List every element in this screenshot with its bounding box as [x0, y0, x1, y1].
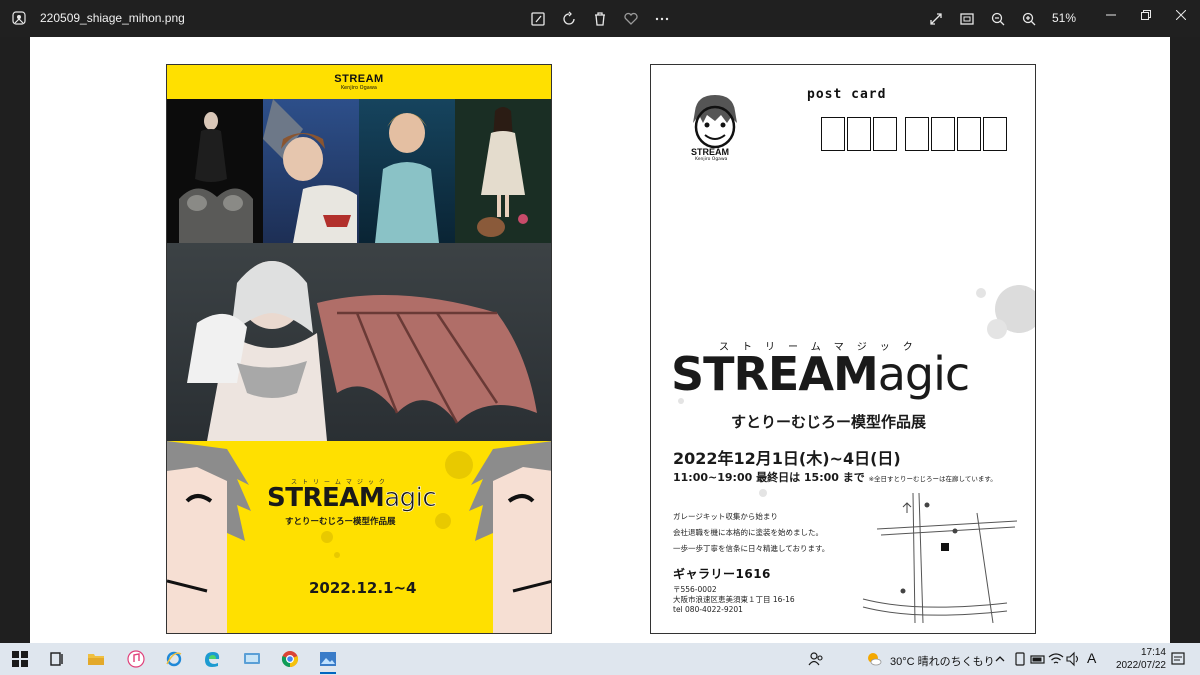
volume-icon[interactable] [1062, 647, 1086, 671]
image-canvas: STREAM Kenjiro Ogawa ストリームマジック STREAMagi… [30, 37, 1170, 643]
postal-code-box [905, 117, 929, 151]
itunes-icon[interactable] [124, 647, 148, 671]
post-card-label: post card [807, 87, 887, 102]
figure-photo-row [167, 99, 551, 243]
description-line: 会社退職を機に本格的に塗装を始めました。 [673, 528, 823, 537]
event-time: 11:00~19:00 最終日は 15:00 まで ※全日すとりーむじろーは在廊… [673, 469, 997, 485]
flyer-title-panel: ストリームマジック STREAMagic すとりーむじろー模型作品展 2022.… [167, 441, 551, 633]
address-line: 大阪市浪速区恵美須東１丁目 16-16 [673, 595, 795, 604]
weather-icon[interactable] [862, 647, 886, 671]
weather-text[interactable]: 30°C 晴れのちくもり [890, 653, 995, 669]
taskbar: 30°C 晴れのちくもり A 17:14 2022/07/22 [0, 643, 1200, 675]
figure-photo-4 [455, 99, 551, 243]
remote-desktop-icon[interactable] [240, 647, 264, 671]
fit-icon[interactable] [957, 9, 977, 29]
artist-description: ガレージキット収集から始まり 会社退職を機に本格的に塗装を始めました。 一歩一歩… [673, 509, 829, 557]
event-note: ※全日すとりーむじろーは在廊しています。 [868, 475, 997, 483]
postal-code-box [983, 117, 1007, 151]
flyer-header: STREAM Kenjiro Ogawa [167, 65, 551, 99]
flyer-front: STREAM Kenjiro Ogawa ストリームマジック STREAMagi… [166, 64, 552, 634]
address-line: 〒556-0002 [673, 585, 717, 594]
postal-code-box [931, 117, 955, 151]
event-date: 2022年12月1日(木)~4日(日) [673, 449, 901, 468]
notifications-icon[interactable] [1166, 647, 1190, 671]
postal-code-boxes [821, 117, 1007, 151]
flyer-title-main: STREAM [267, 483, 385, 513]
gallery-address: 〒556-0002 大阪市浪速区恵美須東１丁目 16-16 tel 080-40… [673, 585, 795, 615]
photos-app-icon[interactable] [316, 647, 340, 674]
more-icon[interactable] [652, 9, 672, 29]
postal-code-separator [899, 117, 903, 151]
postcard-subtitle: すとりーむじろー模型作品展 [731, 413, 927, 431]
description-line: 一歩一歩丁寧を信条に日々精進しております。 [673, 544, 830, 553]
access-map [862, 493, 1017, 623]
close-button[interactable] [1158, 0, 1200, 30]
internet-explorer-icon[interactable] [162, 647, 186, 671]
right-character-face [469, 441, 551, 633]
delete-icon[interactable] [590, 9, 610, 29]
task-view-icon[interactable] [45, 647, 69, 671]
ime-indicator[interactable]: A [1087, 650, 1096, 666]
postcard-title-tail: agic [877, 347, 970, 401]
favorite-icon[interactable] [621, 9, 641, 29]
left-character-face [167, 441, 251, 633]
flyer-brand: STREAM [334, 73, 384, 85]
gallery-name: ギャラリー1616 [673, 567, 771, 581]
postal-code-box [957, 117, 981, 151]
clock-time: 17:14 [1140, 647, 1166, 658]
event-hours: 11:00~19:00 最終日は 15:00 まで [673, 471, 865, 484]
rotate-icon[interactable] [559, 9, 579, 29]
flyer-artist: Kenjiro Ogawa [341, 85, 377, 91]
zoom-in-icon[interactable] [1019, 9, 1039, 29]
flyer-title: STREAMagic [267, 483, 437, 514]
start-button[interactable] [8, 647, 32, 671]
flyer-title-tail: agic [384, 483, 437, 514]
postal-code-box [873, 117, 897, 151]
fullscreen-icon[interactable] [926, 9, 946, 29]
postcard-title-main: STREAM [671, 347, 879, 401]
flyer-date: 2022.12.1~4 [309, 579, 417, 597]
edit-image-icon[interactable] [528, 9, 548, 29]
title-bar: 220509_shiage_mihon.png 51% [0, 0, 1200, 37]
featured-figure-photo [167, 243, 551, 441]
description-line: ガレージキット収集から始まり [673, 512, 778, 521]
figure-photo-2 [263, 99, 359, 243]
logo-brand: STREAM [691, 147, 729, 157]
zoom-out-icon[interactable] [988, 9, 1008, 29]
file-explorer-icon[interactable] [84, 647, 108, 671]
clock-date: 2022/07/22 [1115, 660, 1166, 671]
people-icon[interactable] [804, 647, 828, 671]
zoom-level: 51% [1052, 11, 1077, 25]
figure-photo-3 [359, 99, 455, 243]
figure-photo-1 [167, 99, 263, 243]
address-line: tel 080-4022-9201 [673, 605, 743, 614]
edge-icon[interactable] [200, 647, 224, 671]
clock[interactable]: 17:14 2022/07/22 [1116, 646, 1166, 672]
postcard-back: STREAM Kenjiro Ogawa post card ストリームマジック… [650, 64, 1036, 634]
photos-app-icon [12, 11, 26, 25]
window-title: 220509_shiage_mihon.png [40, 11, 185, 25]
postal-code-box [821, 117, 845, 151]
postcard-title: STREAMagic [671, 351, 970, 397]
logo-artist: Kenjiro Ogawa [695, 157, 728, 162]
flyer-subtitle: すとりーむじろー模型作品展 [285, 517, 396, 527]
chrome-icon[interactable] [278, 647, 302, 671]
postal-code-box [847, 117, 871, 151]
